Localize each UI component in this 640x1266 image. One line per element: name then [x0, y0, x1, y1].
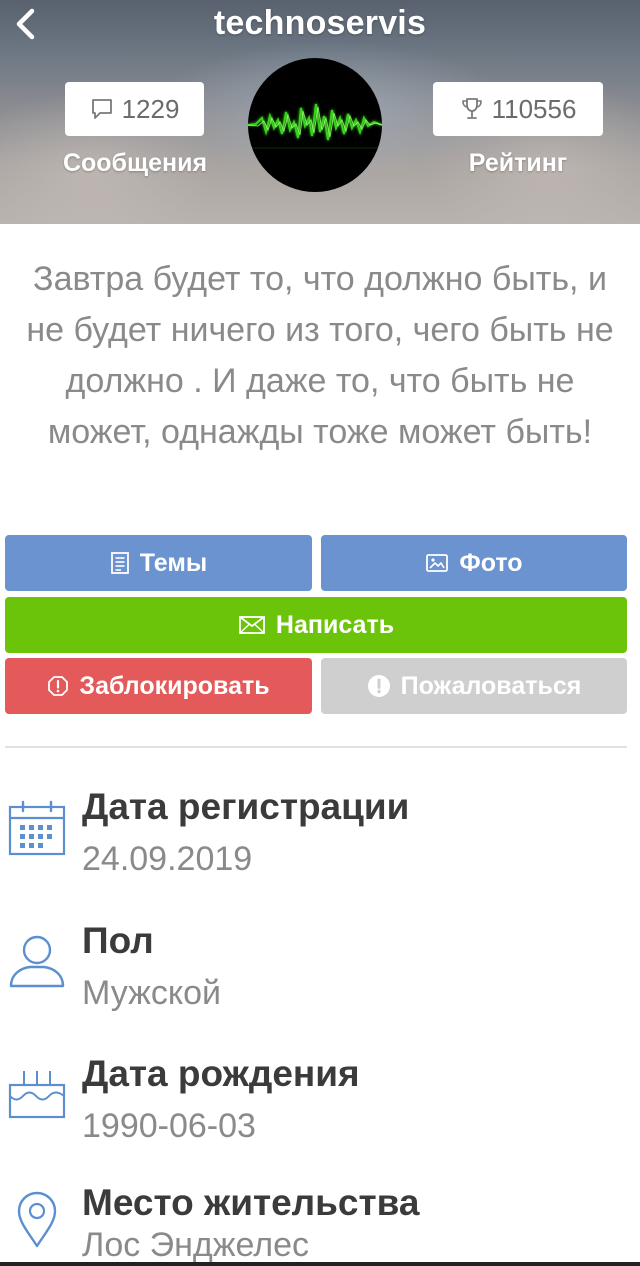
- bottom-edge: [0, 1262, 640, 1266]
- write-message-button-label: Написать: [275, 610, 395, 639]
- avatar-waveform-image: [248, 103, 382, 149]
- messages-label: Сообщения: [62, 149, 208, 177]
- report-user-button-label: Пожаловаться: [400, 671, 582, 700]
- rating-label: Рейтинг: [468, 149, 568, 177]
- topics-button-label: Темы: [139, 548, 208, 577]
- info-label: Место жительства: [82, 1182, 420, 1223]
- profile-status-text: Завтра будет то, что должно быть, и не б…: [26, 260, 614, 451]
- write-message-button[interactable]: Написать: [5, 597, 627, 653]
- info-label: Дата регистрации: [82, 786, 410, 827]
- report-user-button[interactable]: Пожаловаться: [321, 658, 627, 714]
- info-value: Лос Энджелес: [82, 1226, 309, 1264]
- info-label: Пол: [82, 920, 154, 961]
- map-pin-icon: [17, 1191, 57, 1248]
- block-user-button[interactable]: Заблокировать: [5, 658, 312, 714]
- info-value: 1990-06-03: [82, 1107, 256, 1145]
- info-registration-date: Дата регистрации 24.09.2019: [0, 782, 640, 912]
- info-value: 24.09.2019: [82, 840, 253, 878]
- profile-header: technoservis 1229 Сообщения 110556 Рейти…: [0, 0, 640, 224]
- profile-username: technoservis: [213, 4, 427, 42]
- user-icon: [9, 935, 65, 988]
- info-gender: Пол Мужской: [0, 916, 640, 1046]
- image-icon: [426, 554, 449, 572]
- birthday-cake-icon: [8, 1071, 66, 1119]
- info-location: Место жительства Лос Энджелес: [0, 1182, 640, 1266]
- info-label: Дата рождения: [82, 1053, 360, 1094]
- block-user-button-label: Заблокировать: [79, 671, 270, 700]
- octagon-warning-icon: [48, 676, 69, 696]
- speech-bubble-icon: [91, 99, 112, 119]
- document-list-icon: [110, 552, 129, 574]
- rating-box[interactable]: 110556: [433, 82, 603, 136]
- exclamation-circle-icon: [367, 675, 390, 697]
- calendar-icon: [8, 800, 66, 856]
- info-value: Мужской: [82, 974, 221, 1012]
- topics-button[interactable]: Темы: [5, 535, 312, 591]
- info-birthday: Дата рождения 1990-06-03: [0, 1049, 640, 1179]
- envelope-icon: [239, 616, 265, 634]
- trophy-icon: [461, 98, 482, 119]
- rating-value: 110556: [491, 93, 577, 124]
- section-divider: [5, 746, 627, 748]
- messages-count-box[interactable]: 1229: [65, 82, 204, 136]
- photo-button[interactable]: Фото: [321, 535, 627, 591]
- messages-count: 1229: [121, 93, 180, 124]
- avatar[interactable]: [248, 58, 382, 192]
- photo-button-label: Фото: [459, 548, 523, 577]
